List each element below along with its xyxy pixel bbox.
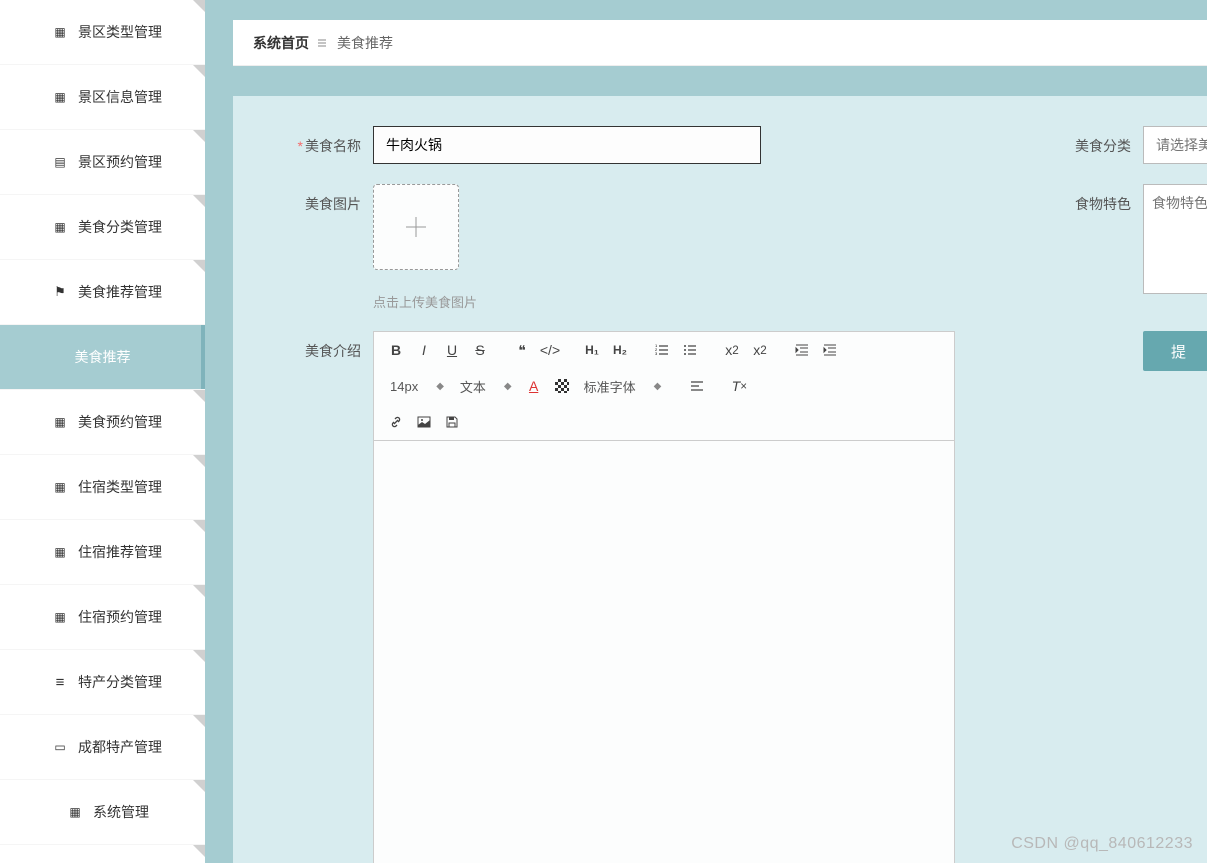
text-type-select[interactable]: 文本◆: [454, 374, 518, 398]
watermark: CSDN @qq_840612233: [1011, 835, 1193, 853]
sidebar-item-label: 住宿预约管理: [78, 607, 162, 627]
submit-button[interactable]: 提: [1143, 331, 1207, 371]
list-icon: [52, 674, 68, 690]
sidebar-item-label: 系统管理: [93, 802, 149, 822]
intro-label: 美食介绍: [273, 331, 373, 361]
plus-icon: [402, 213, 430, 241]
link-icon[interactable]: [384, 410, 408, 434]
bold-icon[interactable]: B: [384, 338, 408, 362]
sidebar-item-label: 美食推荐: [75, 347, 131, 367]
unordered-list-icon[interactable]: [678, 338, 702, 362]
grid-icon: [52, 219, 68, 235]
sidebar-item-system[interactable]: 系统管理: [0, 780, 205, 844]
sidebar-item-label: 成都特产管理: [78, 737, 162, 757]
sidebar-item-food-recommend[interactable]: 美食推荐: [0, 325, 205, 389]
editor-body[interactable]: [374, 441, 954, 863]
align-icon[interactable]: [685, 374, 709, 398]
grid-icon: [52, 24, 68, 40]
sidebar-item-food-category[interactable]: 美食分类管理: [0, 195, 205, 259]
menu-icon: [317, 37, 329, 49]
sidebar-item-label: 住宿推荐管理: [78, 542, 162, 562]
sidebar-item-lodging-type[interactable]: 住宿类型管理: [0, 455, 205, 519]
upload-hint: 点击上传美食图片: [373, 292, 477, 311]
indent-increase-icon[interactable]: [818, 338, 842, 362]
ticket-icon: [52, 739, 68, 755]
sidebar-item-label: 美食预约管理: [78, 412, 162, 432]
save-icon[interactable]: [440, 410, 464, 434]
breadcrumb-home[interactable]: 系统首页: [253, 33, 309, 53]
breadcrumb: 系统首页 美食推荐: [233, 20, 1207, 66]
sidebar: 景区类型管理 景区信息管理 景区预约管理 美食分类管理 美食推荐管理 美食推荐 …: [0, 0, 205, 863]
strike-icon[interactable]: S: [468, 338, 492, 362]
sidebar-item-food-recommend-manage[interactable]: 美食推荐管理: [0, 260, 205, 324]
clear-format-icon[interactable]: T×: [727, 374, 751, 398]
grid-icon: [67, 804, 83, 820]
image-label: 美食图片: [273, 184, 373, 214]
calendar-icon: [52, 154, 68, 170]
sidebar-item-chengdu-specialty[interactable]: 成都特产管理: [0, 715, 205, 779]
sidebar-item-label: 景区信息管理: [78, 87, 162, 107]
feature-textarea[interactable]: [1143, 184, 1207, 294]
subscript-icon[interactable]: x2: [720, 338, 744, 362]
grid-icon: [52, 609, 68, 625]
svg-text:3: 3: [655, 351, 658, 356]
italic-icon[interactable]: I: [412, 338, 436, 362]
rich-editor: B I U S ❝ </> H₁ H₂ 1: [373, 331, 955, 863]
sidebar-item-specialty-category[interactable]: 特产分类管理: [0, 650, 205, 714]
editor-toolbar: B I U S ❝ </> H₁ H₂ 1: [374, 332, 954, 441]
feature-label: 食物特色: [1043, 184, 1143, 214]
image-icon[interactable]: [412, 410, 436, 434]
font-color-icon[interactable]: A: [522, 374, 546, 398]
sidebar-item-label: 景区类型管理: [78, 22, 162, 42]
superscript-icon[interactable]: x2: [748, 338, 772, 362]
indent-decrease-icon[interactable]: [790, 338, 814, 362]
quote-icon[interactable]: ❝: [510, 338, 534, 362]
name-label: *美食名称: [273, 126, 373, 156]
sidebar-item-label: 特产分类管理: [78, 672, 162, 692]
grid-icon: [52, 89, 68, 105]
sidebar-item-lodging-reserve[interactable]: 住宿预约管理: [0, 585, 205, 649]
sidebar-item-label: 美食分类管理: [78, 217, 162, 237]
sidebar-item-scenic-reserve[interactable]: 景区预约管理: [0, 130, 205, 194]
ordered-list-icon[interactable]: 123: [650, 338, 674, 362]
sidebar-item-orders[interactable]: 订单管理: [0, 845, 205, 863]
bg-color-icon[interactable]: [550, 374, 574, 398]
breadcrumb-current: 美食推荐: [337, 33, 393, 53]
code-icon[interactable]: </>: [538, 338, 562, 362]
topbar: [205, 0, 1207, 20]
sidebar-item-food-reserve[interactable]: 美食预约管理: [0, 390, 205, 454]
grid-icon: [52, 414, 68, 430]
sidebar-item-scenic-type[interactable]: 景区类型管理: [0, 0, 205, 64]
sidebar-item-label: 景区预约管理: [78, 152, 162, 172]
font-size-select[interactable]: 14px◆: [384, 374, 450, 398]
h2-icon[interactable]: H₂: [608, 338, 632, 362]
sidebar-item-lodging-recommend[interactable]: 住宿推荐管理: [0, 520, 205, 584]
sidebar-item-label: 住宿类型管理: [78, 477, 162, 497]
grid-icon: [52, 479, 68, 495]
image-upload[interactable]: [373, 184, 459, 270]
underline-icon[interactable]: U: [440, 338, 464, 362]
font-family-select[interactable]: 标准字体◆: [578, 374, 668, 398]
h1-icon[interactable]: H₁: [580, 338, 604, 362]
sidebar-item-label: 美食推荐管理: [78, 282, 162, 302]
category-label: 美食分类: [1043, 126, 1143, 156]
grid-icon: [52, 544, 68, 560]
sidebar-item-scenic-info[interactable]: 景区信息管理: [0, 65, 205, 129]
category-select[interactable]: [1143, 126, 1207, 164]
form-card: *美食名称 美食分类 美食图片: [233, 96, 1207, 863]
flag-icon: [52, 284, 68, 300]
name-input[interactable]: [373, 126, 761, 164]
